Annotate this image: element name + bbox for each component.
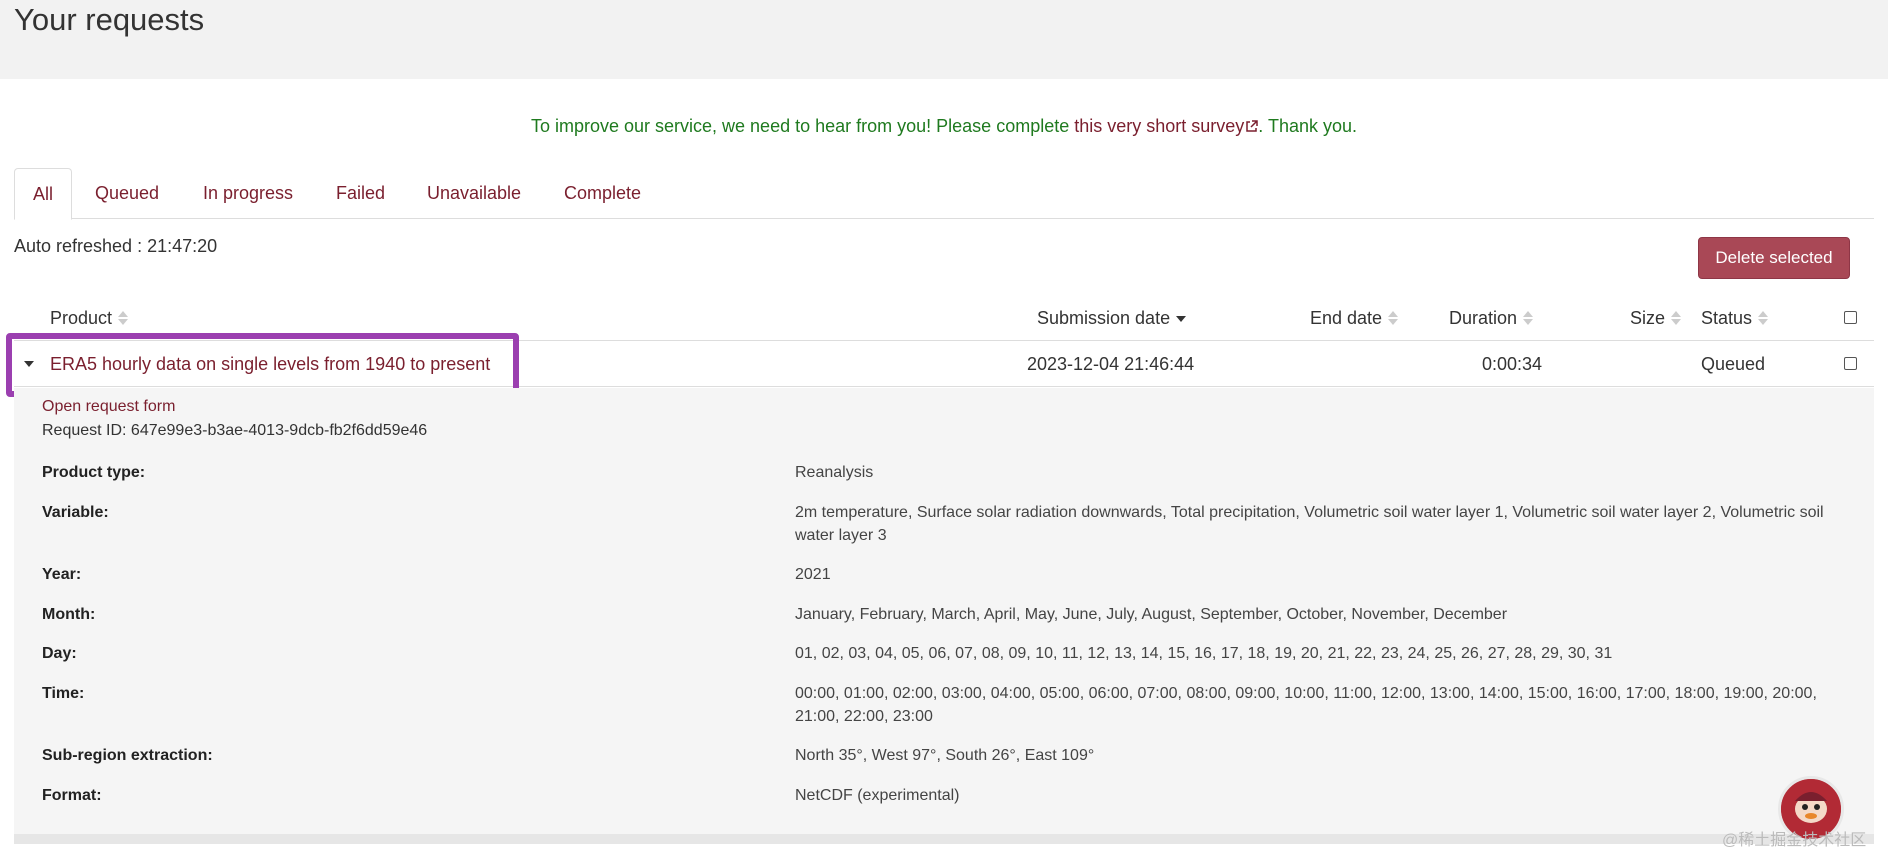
- detail-label: Month:: [42, 606, 96, 623]
- detail-label: Day:: [42, 645, 77, 662]
- duration-cell: 0:00:34: [1482, 354, 1543, 374]
- watermark: @稀土掘金技术社区: [1722, 832, 1867, 849]
- detail-label: Format:: [42, 787, 102, 804]
- survey-suffix: . Thank you.: [1258, 116, 1358, 136]
- detail-value: North 35°, West 97°, South 26°, East 109…: [795, 747, 1095, 764]
- detail-label: Sub-region extraction:: [42, 747, 213, 764]
- page-header-band: [0, 0, 1888, 79]
- column-header-size[interactable]: Size: [1630, 308, 1682, 329]
- sort-icon: [1671, 310, 1682, 326]
- external-link-icon: [1245, 117, 1259, 132]
- column-header-status[interactable]: Status: [1701, 308, 1769, 329]
- detail-label: Time:: [42, 685, 85, 702]
- detail-value: January, February, March, April, May, Ju…: [795, 606, 1508, 623]
- detail-value: 2m temperature, Surface solar radiation …: [795, 504, 1824, 544]
- detail-label: Variable:: [42, 504, 109, 521]
- sort-icon: [1388, 310, 1399, 326]
- tab-all[interactable]: All: [14, 168, 73, 220]
- column-header-end-date[interactable]: End date: [1310, 308, 1399, 329]
- request-details-panel: Open request form Request ID: 647e99e3-b…: [14, 388, 1874, 844]
- detail-value: 01, 02, 03, 04, 05, 06, 07, 08, 09, 10, …: [795, 645, 1613, 662]
- tab-queued[interactable]: Queued: [95, 168, 159, 219]
- request-id: Request ID: 647e99e3-b3ae-4013-9dcb-fb2f…: [42, 422, 428, 439]
- sort-icon: [118, 310, 129, 326]
- detail-value: 2021: [795, 566, 831, 583]
- sort-icon: [1758, 310, 1769, 326]
- detail-value: 00:00, 01:00, 02:00, 03:00, 04:00, 05:00…: [795, 685, 1817, 725]
- sort-icon: [1523, 310, 1534, 326]
- auto-refresh-status: Auto refreshed : 21:47:20: [14, 236, 218, 256]
- survey-link[interactable]: this very short survey: [1074, 116, 1244, 136]
- survey-prefix: To improve our service, we need to hear …: [530, 116, 1075, 136]
- open-request-form-link[interactable]: Open request form: [42, 398, 175, 416]
- survey-banner: To improve our service, we need to hear …: [0, 116, 1888, 137]
- submission-date-cell: 2023-12-04 21:46:44: [1027, 354, 1195, 374]
- details-panel-footer: [14, 834, 1874, 844]
- tab-unavailable[interactable]: Unavailable: [427, 168, 521, 219]
- select-all-checkbox[interactable]: [1844, 311, 1857, 324]
- column-header-duration[interactable]: Duration: [1449, 308, 1534, 329]
- detail-label: Year:: [42, 566, 82, 583]
- tab-failed[interactable]: Failed: [336, 168, 385, 219]
- status-tabs: All Queued In progress Failed Unavailabl…: [14, 168, 1874, 220]
- page-title: Your requests: [14, 2, 205, 37]
- detail-value: Reanalysis: [795, 464, 874, 481]
- row-select-checkbox[interactable]: [1844, 357, 1857, 370]
- status-cell: Queued: [1701, 354, 1766, 374]
- tab-in-progress[interactable]: In progress: [203, 168, 293, 219]
- detail-value: NetCDF (experimental): [795, 787, 960, 804]
- tab-complete[interactable]: Complete: [564, 168, 641, 219]
- detail-label: Product type:: [42, 464, 146, 481]
- column-header-submission-date[interactable]: Submission date: [1037, 308, 1187, 329]
- delete-selected-button[interactable]: Delete selected: [1698, 237, 1850, 279]
- sort-descending-icon: [1176, 310, 1187, 326]
- column-header-product[interactable]: Product: [50, 308, 129, 329]
